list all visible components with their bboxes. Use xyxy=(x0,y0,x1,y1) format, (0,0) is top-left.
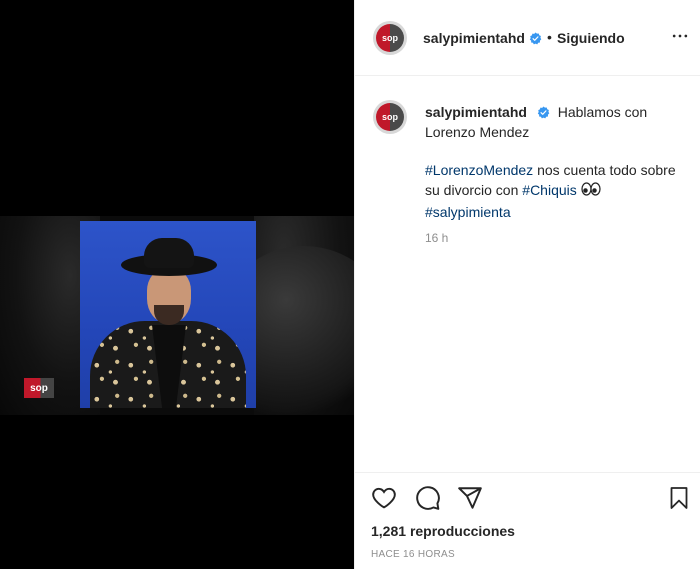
separator-dot: • xyxy=(547,29,552,45)
verified-badge-icon xyxy=(537,106,550,119)
caption-username-link[interactable]: salypimientahd xyxy=(425,104,527,120)
eyes-emoji-icon xyxy=(581,181,601,202)
hat-crown-shape xyxy=(144,238,194,268)
post-actions: 1,281 reproducciones HACE 16 HORAS xyxy=(355,472,700,569)
logo-text: sop xyxy=(30,382,48,394)
video-thumbnail-portrait xyxy=(80,221,256,408)
bookmark-icon[interactable] xyxy=(666,485,692,511)
profile-avatar[interactable]: sop xyxy=(373,21,407,55)
verified-badge-icon xyxy=(525,30,542,48)
hashtag-link-salypimienta[interactable]: #salypimienta xyxy=(425,204,511,220)
posted-time[interactable]: HACE 16 HORAS xyxy=(371,549,455,560)
heart-icon[interactable] xyxy=(371,485,397,511)
hashtag-link-lorenzomendez[interactable]: #LorenzoMendez xyxy=(425,162,533,178)
avatar-logo: sop xyxy=(376,103,404,131)
views-label: reproducciones xyxy=(409,523,515,539)
more-options-icon[interactable] xyxy=(669,26,691,46)
avatar-logo: sop xyxy=(376,24,404,52)
share-icon[interactable] xyxy=(457,485,483,511)
views-number: 1,281 xyxy=(371,523,407,539)
avatar-text: sop xyxy=(381,112,398,122)
caption-intro-block: salypimientahd Hablamos con Lorenzo Mend… xyxy=(425,102,687,142)
post-panel: sop salypimientahd • Siguiendo sop salyp… xyxy=(354,0,700,569)
following-button[interactable]: Siguiendo xyxy=(557,30,625,46)
caption-body-block: #LorenzoMendez nos cuenta todo sobre su … xyxy=(425,160,687,222)
sal-y-pimienta-logo: sop xyxy=(24,378,54,398)
caption-avatar[interactable]: sop xyxy=(373,100,407,134)
avatar-text: sop xyxy=(381,33,398,43)
video-player[interactable]: sop xyxy=(0,0,354,569)
caption-text: salypimientahd Hablamos con Lorenzo Mend… xyxy=(425,102,687,222)
caption-timestamp[interactable]: 16 h xyxy=(425,231,448,245)
username-link[interactable]: salypimientahd xyxy=(423,30,525,46)
post-header: sop salypimientahd • Siguiendo xyxy=(355,0,700,76)
comment-icon[interactable] xyxy=(415,485,441,511)
hashtag-link-chiquis[interactable]: #Chiquis xyxy=(522,182,576,198)
views-count[interactable]: 1,281 reproducciones xyxy=(371,523,515,539)
